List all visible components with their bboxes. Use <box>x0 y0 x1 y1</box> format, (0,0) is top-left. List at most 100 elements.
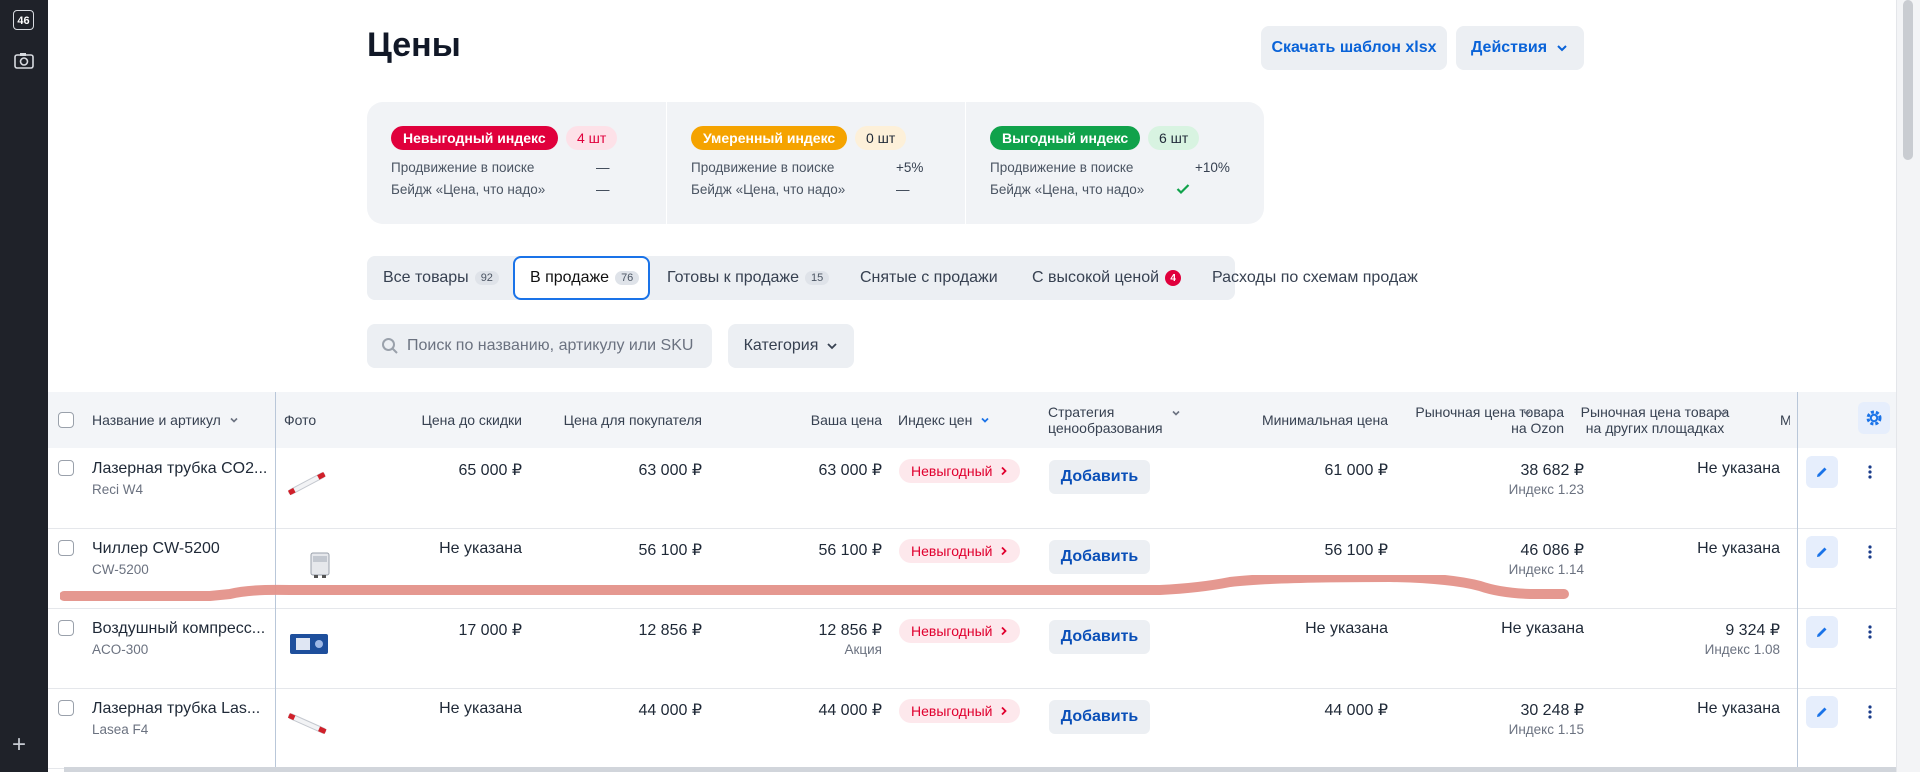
actions-label: Действия <box>1470 39 1548 56</box>
your-price[interactable]: 63 000 ₽ <box>788 460 882 480</box>
badge-value: — <box>596 182 610 197</box>
search-placeholder: Поиск по названию, артикулу или SKU <box>407 337 694 354</box>
col-name[interactable]: Название и артикул <box>92 412 239 428</box>
min-price[interactable]: 56 100 ₽ <box>1213 540 1388 560</box>
chevron-right-icon <box>1001 626 1008 636</box>
tab-sales-expenses[interactable]: Расходы по схемам продаж <box>1212 256 1418 300</box>
tab-ready-to-sale[interactable]: Готовы к продаже 15 <box>667 256 830 300</box>
search-promo-label: Продвижение в поиске <box>391 160 535 175</box>
tab-count: 92 <box>474 271 499 285</box>
search-promo-label: Продвижение в поиске <box>691 160 835 175</box>
badge-label: Бейдж «Цена, что надо» <box>691 182 846 197</box>
camera-icon[interactable] <box>13 50 35 72</box>
edit-button[interactable] <box>1806 536 1838 568</box>
left-rail: 46 + <box>0 0 48 772</box>
tab-all-products[interactable]: Все товары 92 <box>383 256 499 300</box>
chevron-down-icon <box>981 417 989 423</box>
tab-label: Расходы по схемам продаж <box>1212 269 1418 286</box>
edit-button[interactable] <box>1806 696 1838 728</box>
highlight-annotation <box>60 575 1569 601</box>
table-row[interactable]: Лазерная трубка Las... Lasea F4 Не указа… <box>48 688 1896 769</box>
product-name[interactable]: Чиллер CW-5200 <box>92 540 220 558</box>
tab-removed[interactable]: Снятые с продажи <box>860 256 998 300</box>
col-strategy-label-1: Стратегия <box>1048 404 1115 420</box>
product-name[interactable]: Лазерная трубка CO2... <box>92 460 267 478</box>
table-settings-button[interactable] <box>1858 402 1890 434</box>
badge-label: Бейдж «Цена, что надо» <box>990 182 1145 197</box>
more-options-button[interactable] <box>1860 696 1880 728</box>
price-index-badge[interactable]: Невыгодный <box>899 619 1021 643</box>
badge-label: Бейдж «Цена, что надо» <box>391 182 546 197</box>
price-for-buyer: 63 000 ₽ <box>638 462 702 479</box>
search-input[interactable]: Поиск по названию, артикулу или SKU <box>367 324 712 368</box>
tab-label: В продаже <box>530 269 610 286</box>
your-price[interactable]: 56 100 ₽ <box>788 540 882 560</box>
col-price-index[interactable]: Индекс цен <box>898 412 990 428</box>
product-name[interactable]: Воздушный компресс... <box>92 620 265 638</box>
your-price[interactable]: 12 856 ₽ <box>788 620 882 640</box>
badge-value: — <box>896 182 910 197</box>
add-strategy-button[interactable]: Добавить <box>1049 700 1150 734</box>
tab-count-alert: 4 <box>1165 270 1182 286</box>
price-index-panel: Невыгодный индекс 4 шт Продвижение в пои… <box>367 102 1264 224</box>
index-card-moderate: Умеренный индекс 0 шт Продвижение в поис… <box>666 102 966 224</box>
more-options-button[interactable] <box>1860 456 1880 488</box>
chevron-right-icon <box>1001 706 1008 716</box>
col-strategy[interactable]: Стратегия ценообразования <box>1048 404 1163 436</box>
horizontal-scrollbar[interactable] <box>64 767 1896 772</box>
row-checkbox[interactable] <box>58 620 74 636</box>
scroll-thumb[interactable] <box>1903 0 1913 160</box>
price-index-label: Невыгодный <box>911 703 993 719</box>
add-strategy-button[interactable]: Добавить <box>1049 460 1150 494</box>
col-min-price[interactable]: Минимальная цена <box>1213 412 1388 428</box>
edit-button[interactable] <box>1806 456 1838 488</box>
plus-icon[interactable]: + <box>12 733 26 757</box>
product-name[interactable]: Лазерная трубка Las... <box>92 700 260 718</box>
vertical-scrollbar[interactable] <box>1896 0 1920 772</box>
min-price[interactable]: 61 000 ₽ <box>1213 460 1388 480</box>
index-count: 6 шт <box>1148 126 1200 150</box>
col-strategy-label-2: ценообразования <box>1048 420 1163 436</box>
price-before-discount: 17 000 ₽ <box>458 622 522 639</box>
add-strategy-button[interactable]: Добавить <box>1049 620 1150 654</box>
table-row[interactable]: Лазерная трубка CO2... Reci W4 65 000 ₽ … <box>48 448 1896 529</box>
tab-high-price[interactable]: С высокой ценой 4 <box>1032 256 1182 300</box>
col-price-buyer[interactable]: Цена для покупателя <box>538 412 702 428</box>
more-options-button[interactable] <box>1860 616 1880 648</box>
table-row[interactable]: Воздушный компресс... ACO-300 17 000 ₽ 1… <box>48 608 1896 689</box>
promo-note: Акция <box>844 642 883 657</box>
row-checkbox[interactable] <box>58 460 74 476</box>
kebab-menu-icon <box>1868 545 1872 559</box>
pencil-icon <box>1817 707 1827 717</box>
min-price[interactable]: Не указана <box>1213 620 1388 638</box>
col-market-ozon[interactable]: Рыночная цена товара на Ozon <box>1388 404 1564 436</box>
index-pill: Невыгодный индекс <box>391 126 558 150</box>
index-count: 0 шт <box>855 126 907 150</box>
select-all-checkbox[interactable] <box>58 412 74 428</box>
col-market-other-label-2: на других площадках <box>1585 420 1725 436</box>
tab-on-sale[interactable]: В продаже 76 <box>513 256 650 300</box>
row-checkbox[interactable] <box>58 700 74 716</box>
price-index-badge[interactable]: Невыгодный <box>899 539 1021 563</box>
category-dropdown[interactable]: Категория <box>728 324 854 368</box>
add-strategy-button[interactable]: Добавить <box>1049 540 1150 574</box>
column-divider <box>1797 392 1798 772</box>
price-before-discount: Не указана <box>439 540 522 557</box>
your-price[interactable]: 44 000 ₽ <box>788 700 882 720</box>
price-index-badge[interactable]: Невыгодный <box>899 699 1021 723</box>
download-template-button[interactable]: Скачать шаблон xlsx <box>1261 26 1447 70</box>
search-promo-value: +5% <box>896 160 924 175</box>
other-market-price: Не указана <box>1697 460 1780 477</box>
chevron-down-icon <box>1523 410 1531 416</box>
chevron-down-icon <box>1557 45 1567 52</box>
more-options-button[interactable] <box>1860 536 1880 568</box>
counter-badge[interactable]: 46 <box>13 10 34 30</box>
col-price-before[interactable]: Цена до скидки <box>408 412 522 428</box>
actions-dropdown-button[interactable]: Действия <box>1456 26 1584 70</box>
row-checkbox[interactable] <box>58 540 74 556</box>
price-for-buyer: 56 100 ₽ <box>638 542 702 559</box>
price-index-badge[interactable]: Невыгодный <box>899 459 1021 483</box>
min-price[interactable]: 44 000 ₽ <box>1213 700 1388 720</box>
edit-button[interactable] <box>1806 616 1838 648</box>
col-your-price[interactable]: Ваша цена <box>788 412 882 428</box>
